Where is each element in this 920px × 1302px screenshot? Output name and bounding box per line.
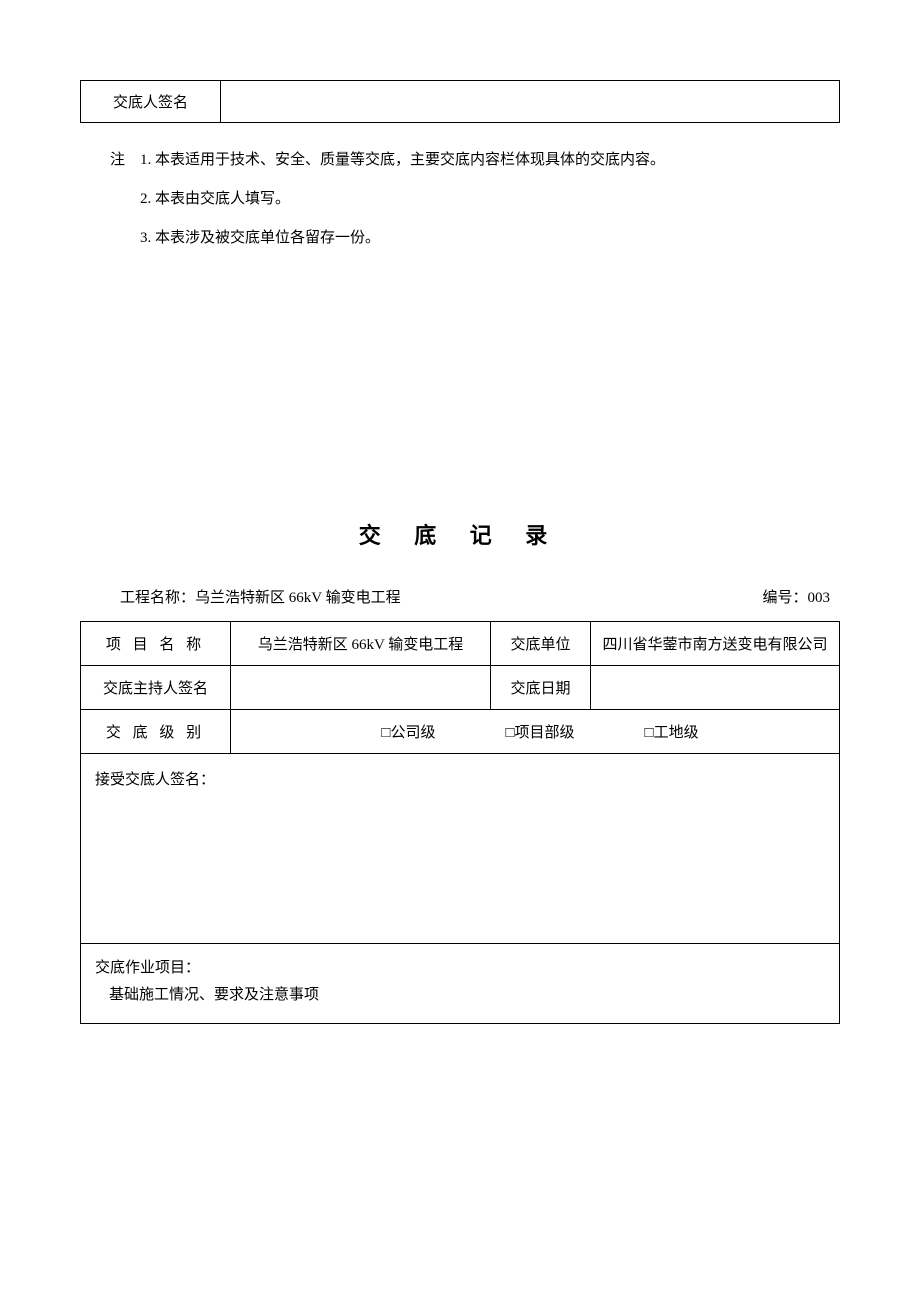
level-label: 交 底 级 别 — [81, 710, 231, 754]
note-item: 3. 本表涉及被交底单位各留存一份。 — [140, 219, 380, 258]
signature-value — [221, 81, 840, 123]
page-spacer — [80, 258, 840, 518]
work-item-label: 交底作业项目： — [95, 956, 825, 977]
level-option-company: □公司级 — [381, 721, 435, 742]
date-value — [591, 666, 840, 710]
signature-label: 交底人签名 — [81, 81, 221, 123]
note-item: 1. 本表适用于技术、安全、质量等交底，主要交底内容栏体现具体的交底内容。 — [140, 141, 665, 180]
record-form-table: 项 目 名 称 乌兰浩特新区 66kV 输变电工程 交底单位 四川省华蓥市南方送… — [80, 621, 840, 1024]
unit-value: 四川省华蓥市南方送变电有限公司 — [591, 622, 840, 666]
table-row: 交 底 级 别 □公司级 □项目部级 □工地级 — [81, 710, 840, 754]
level-option-project: □项目部级 — [505, 721, 574, 742]
unit-label: 交底单位 — [491, 622, 591, 666]
signature-table: 交底人签名 — [80, 80, 840, 123]
host-sign-label: 交底主持人签名 — [81, 666, 231, 710]
table-row: 项 目 名 称 乌兰浩特新区 66kV 输变电工程 交底单位 四川省华蓥市南方送… — [81, 622, 840, 666]
receiver-sign-label: 接受交底人签名： — [95, 772, 215, 788]
table-row: 交底主持人签名 交底日期 — [81, 666, 840, 710]
document-title: 交 底 记 录 — [80, 518, 840, 550]
project-name-label: 项 目 名 称 — [81, 622, 231, 666]
serial-meta: 编号：003 — [762, 586, 830, 607]
serial-meta-label: 编号： — [762, 590, 807, 606]
project-meta-label: 工程名称： — [120, 590, 195, 606]
project-name-value: 乌兰浩特新区 66kV 输变电工程 — [231, 622, 491, 666]
notes-spacer — [110, 180, 140, 219]
notes-block: 注 1. 本表适用于技术、安全、质量等交底，主要交底内容栏体现具体的交底内容。 … — [110, 141, 840, 258]
level-option-site: □工地级 — [645, 721, 699, 742]
table-row: 接受交底人签名： — [81, 754, 840, 944]
meta-row: 工程名称：乌兰浩特新区 66kV 输变电工程 编号：003 — [120, 586, 840, 607]
notes-prefix: 注 — [110, 141, 140, 180]
date-label: 交底日期 — [491, 666, 591, 710]
note-item: 2. 本表由交底人填写。 — [140, 180, 290, 219]
project-meta: 工程名称：乌兰浩特新区 66kV 输变电工程 — [120, 586, 401, 607]
receiver-sign-cell: 接受交底人签名： — [81, 754, 840, 944]
host-sign-value — [231, 666, 491, 710]
level-options-cell: □公司级 □项目部级 □工地级 — [231, 710, 840, 754]
project-meta-value: 乌兰浩特新区 66kV 输变电工程 — [195, 590, 401, 606]
work-item-cell: 交底作业项目： 基础施工情况、要求及注意事项 — [81, 944, 840, 1024]
notes-spacer — [110, 219, 140, 258]
table-row: 交底作业项目： 基础施工情况、要求及注意事项 — [81, 944, 840, 1024]
serial-meta-value: 003 — [808, 590, 831, 606]
work-item-sub: 基础施工情况、要求及注意事项 — [109, 983, 825, 1004]
